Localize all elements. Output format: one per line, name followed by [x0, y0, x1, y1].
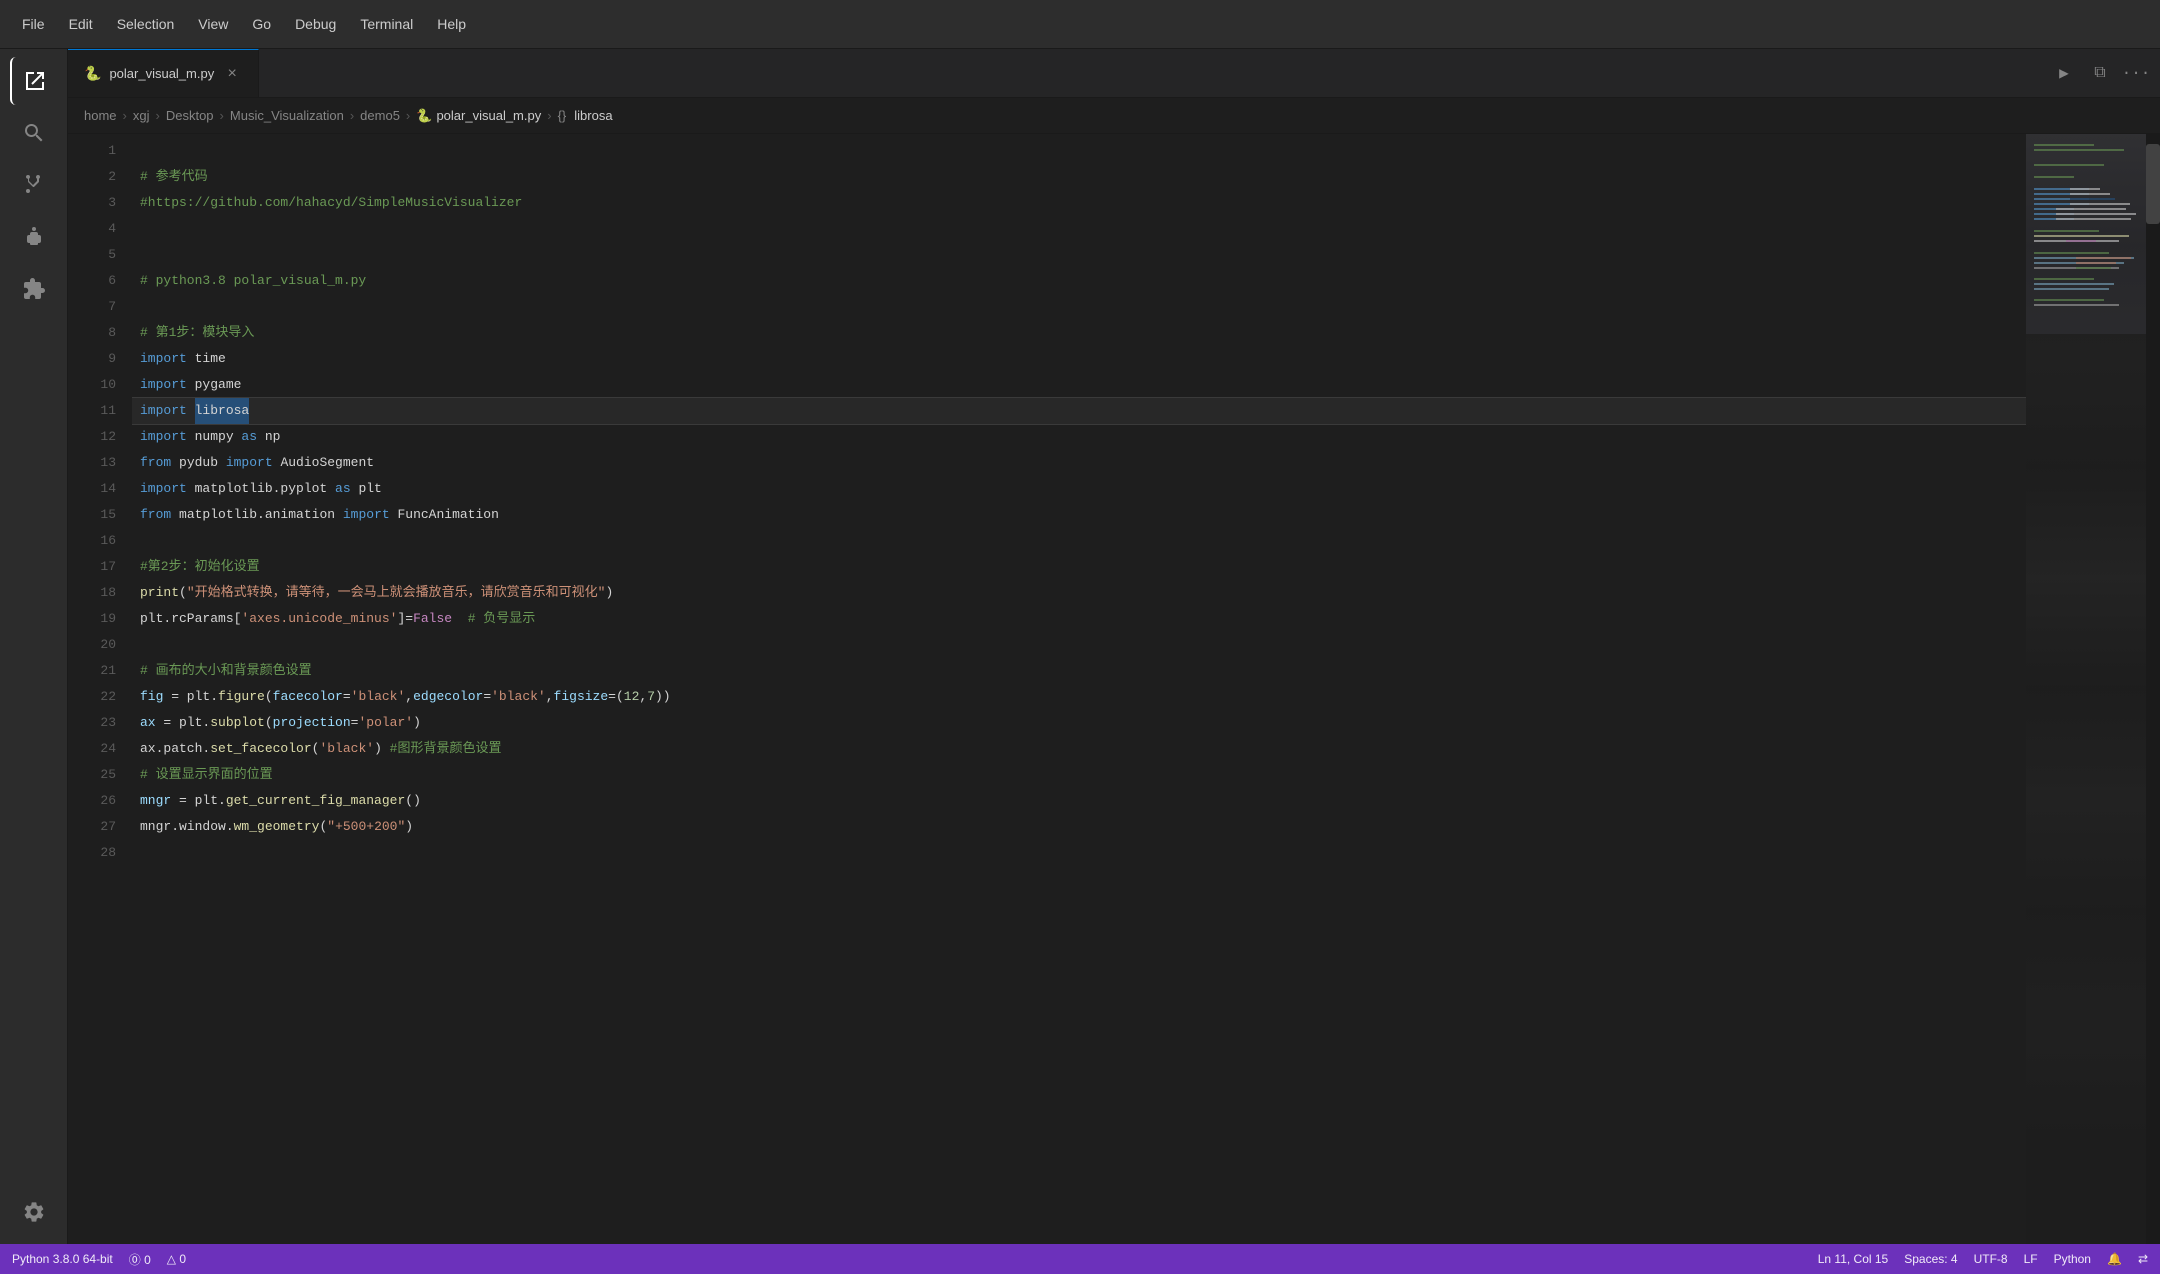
minimap-code-preview — [2026, 134, 2146, 1034]
menu-go[interactable]: Go — [242, 12, 281, 36]
line-23: ax = plt.subplot(projection='polar') — [132, 710, 2026, 736]
line-18: print("开始格式转换，请等待，一会马上就会播放音乐，请欣赏音乐和可视化") — [132, 580, 2026, 606]
tab-close-button[interactable]: × — [222, 64, 242, 84]
status-left: Python 3.8.0 64-bit ⓪ 0 △ 0 — [12, 1251, 186, 1268]
minimap[interactable] — [2026, 134, 2146, 1244]
encoding-status[interactable]: UTF-8 — [1974, 1252, 2008, 1266]
extensions-icon[interactable] — [10, 265, 58, 313]
warnings-status[interactable]: △ 0 — [167, 1252, 186, 1266]
run-button[interactable]: ▶ — [2048, 57, 2080, 89]
breadcrumb-music-vis[interactable]: Music_Visualization — [230, 108, 344, 123]
line-4 — [132, 216, 2026, 242]
status-bar: Python 3.8.0 64-bit ⓪ 0 △ 0 Ln 11, Col 1… — [0, 1244, 2160, 1274]
cursor-position-status[interactable]: Ln 11, Col 15 — [1818, 1252, 1889, 1266]
python-breadcrumb-icon: 🐍 — [416, 108, 432, 124]
python-version-status[interactable]: Python 3.8.0 64-bit — [12, 1252, 113, 1266]
tab-actions: ▶ ⧉ ··· — [2040, 49, 2160, 97]
debug-icon[interactable] — [10, 213, 58, 261]
line-8: # 第1步：模块导入 — [132, 320, 2026, 346]
python-file-icon: 🐍 — [84, 65, 101, 82]
menu-view[interactable]: View — [188, 12, 238, 36]
line-14: import matplotlib.pyplot as plt — [132, 476, 2026, 502]
line-13: from pydub import AudioSegment — [132, 450, 2026, 476]
line-12: import numpy as np — [132, 424, 2026, 450]
code-editor[interactable]: 1 2 3 4 5 6 7 8 9 10 11 12 13 14 15 16 1… — [68, 134, 2160, 1244]
vertical-scrollbar[interactable] — [2146, 134, 2160, 1244]
more-actions-button[interactable]: ··· — [2120, 57, 2152, 89]
menu-bar: File Edit Selection View Go Debug Termin… — [0, 0, 2160, 49]
search-icon[interactable] — [10, 109, 58, 157]
notification-bell-icon[interactable]: 🔔 — [2107, 1252, 2122, 1266]
activity-bar — [0, 49, 68, 1244]
status-right: Ln 11, Col 15 Spaces: 4 UTF-8 LF Python … — [1818, 1252, 2148, 1266]
line-5 — [132, 242, 2026, 268]
line-16 — [132, 528, 2026, 554]
tab-bar: 🐍 polar_visual_m.py × ▶ ⧉ ··· — [68, 49, 2160, 98]
source-control-icon[interactable] — [10, 161, 58, 209]
menu-debug[interactable]: Debug — [285, 12, 346, 36]
breadcrumb-home[interactable]: home — [84, 108, 117, 123]
breadcrumb-xgj[interactable]: xgj — [133, 108, 150, 123]
activity-bar-bottom — [10, 1188, 58, 1236]
main-area: 🐍 polar_visual_m.py × ▶ ⧉ ··· home › xgj… — [0, 49, 2160, 1244]
bracket-icon: {} — [558, 108, 567, 123]
code-content[interactable]: # 参考代码 #https://github.com/hahacyd/Simpl… — [132, 134, 2026, 1244]
line-26: mngr = plt.get_current_fig_manager() — [132, 788, 2026, 814]
line-10: import pygame — [132, 372, 2026, 398]
line-1 — [132, 138, 2026, 164]
line-6: # python3.8 polar_visual_m.py — [132, 268, 2026, 294]
active-tab[interactable]: 🐍 polar_visual_m.py × — [68, 49, 259, 97]
breadcrumb-demo5[interactable]: demo5 — [360, 108, 400, 123]
menu-help[interactable]: Help — [427, 12, 476, 36]
settings-icon[interactable] — [10, 1188, 58, 1236]
line-9: import time — [132, 346, 2026, 372]
line-28 — [132, 840, 2026, 866]
line-27: mngr.window.wm_geometry("+500+200") — [132, 814, 2026, 840]
explorer-icon[interactable] — [10, 57, 58, 105]
language-status[interactable]: Python — [2054, 1252, 2091, 1266]
errors-status[interactable]: ⓪ 0 — [129, 1251, 151, 1268]
warning-icon: △ — [167, 1252, 176, 1266]
split-editor-button[interactable]: ⧉ — [2084, 57, 2116, 89]
menu-selection[interactable]: Selection — [107, 12, 185, 36]
breadcrumb: home › xgj › Desktop › Music_Visualizati… — [68, 98, 2160, 134]
line-3: #https://github.com/hahacyd/SimpleMusicV… — [132, 190, 2026, 216]
line-25: # 设置显示界面的位置 — [132, 762, 2026, 788]
menu-edit[interactable]: Edit — [59, 12, 103, 36]
sync-icon[interactable]: ⇄ — [2138, 1252, 2148, 1266]
line-20 — [132, 632, 2026, 658]
scrollbar-thumb[interactable] — [2146, 144, 2160, 224]
line-15: from matplotlib.animation import FuncAni… — [132, 502, 2026, 528]
line-21: # 画布的大小和背景颜色设置 — [132, 658, 2026, 684]
breadcrumb-desktop[interactable]: Desktop — [166, 108, 214, 123]
line-2: # 参考代码 — [132, 164, 2026, 190]
tab-filename: polar_visual_m.py — [109, 66, 214, 81]
spaces-status[interactable]: Spaces: 4 — [1904, 1252, 1957, 1266]
line-22: fig = plt.figure(facecolor='black',edgec… — [132, 684, 2026, 710]
line-19: plt.rcParams['axes.unicode_minus']=False… — [132, 606, 2026, 632]
line-11: import librosa — [132, 398, 2026, 424]
menu-terminal[interactable]: Terminal — [350, 12, 423, 36]
menu-file[interactable]: File — [12, 12, 55, 36]
editor-area: 🐍 polar_visual_m.py × ▶ ⧉ ··· home › xgj… — [68, 49, 2160, 1244]
line-7 — [132, 294, 2026, 320]
error-icon: ⓪ — [129, 1253, 141, 1267]
line-numbers: 1 2 3 4 5 6 7 8 9 10 11 12 13 14 15 16 1… — [68, 134, 132, 1244]
line-17: #第2步：初始化设置 — [132, 554, 2026, 580]
breadcrumb-file[interactable]: 🐍 polar_visual_m.py — [416, 108, 541, 124]
line-24: ax.patch.set_facecolor('black') #图形背景颜色设… — [132, 736, 2026, 762]
line-ending-status[interactable]: LF — [2024, 1252, 2038, 1266]
